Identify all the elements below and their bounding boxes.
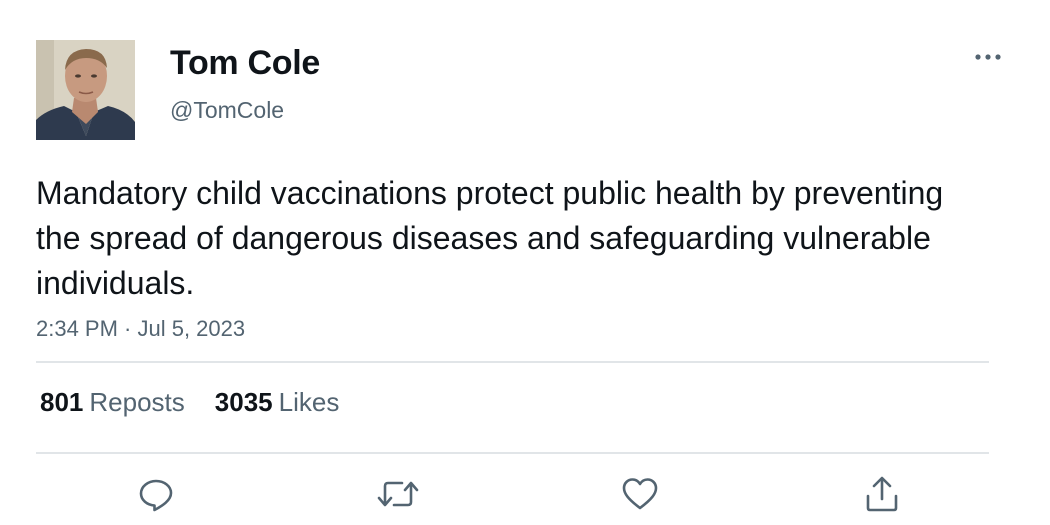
divider [36, 452, 989, 454]
tweet-card: Tom Cole @TomCole Mandatory child vaccin… [0, 0, 1050, 525]
like-button[interactable] [618, 472, 662, 516]
tweet-text: Mandatory child vaccinations protect pub… [36, 175, 944, 301]
more-button[interactable] [968, 42, 1008, 72]
likes-count: 3035 [214, 387, 273, 417]
share-button[interactable] [860, 472, 904, 516]
reposts-stat[interactable]: 801 Reposts [40, 387, 185, 418]
divider [36, 361, 989, 363]
more-horizontal-icon [975, 54, 1001, 60]
avatar[interactable] [36, 40, 135, 140]
reposts-label: Reposts [89, 387, 185, 417]
reposts-count: 801 [40, 387, 84, 417]
engagement-stats: 801 Reposts 3035 Likes [40, 387, 369, 418]
likes-label: Likes [278, 387, 340, 417]
heart-icon [622, 478, 658, 510]
action-bar [0, 472, 1050, 516]
repost-button[interactable] [376, 472, 420, 516]
reply-icon [139, 479, 173, 512]
display-name[interactable]: Tom Cole [170, 44, 320, 83]
likes-stat[interactable]: 3035 Likes [215, 387, 340, 418]
user-handle[interactable]: @TomCole [170, 97, 284, 124]
repost-icon [377, 481, 419, 507]
avatar-photo [36, 40, 135, 140]
reply-button[interactable] [134, 472, 178, 516]
timestamp[interactable]: 2:34 PM · Jul 5, 2023 [36, 316, 245, 342]
share-icon [866, 476, 898, 512]
